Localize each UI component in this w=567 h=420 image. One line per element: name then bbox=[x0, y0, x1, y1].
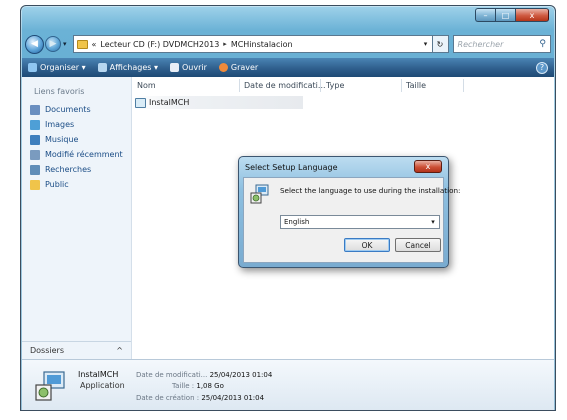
window-controls: – □ x bbox=[475, 8, 549, 22]
recent-icon bbox=[30, 149, 40, 160]
favorites-list: Documents Images Musique Modifié récemme… bbox=[30, 102, 131, 192]
maximize-button[interactable]: □ bbox=[495, 8, 515, 22]
details-size: Taille : 1,08 Go bbox=[172, 382, 224, 390]
details-pane: InstalMCH Application Date de modificati… bbox=[22, 359, 554, 410]
installer-large-icon bbox=[35, 371, 65, 401]
column-divider[interactable] bbox=[463, 79, 464, 92]
details-modified-value: 25/04/2013 01:04 bbox=[209, 371, 273, 379]
column-divider[interactable] bbox=[401, 79, 402, 92]
explorer-content: Liens favoris Documents Images Musique M… bbox=[22, 77, 554, 359]
installer-icon bbox=[135, 97, 146, 108]
open-icon bbox=[169, 63, 179, 72]
breadcrumb-separator-icon[interactable]: ▸ bbox=[223, 40, 227, 48]
favorite-item-searches[interactable]: Recherches bbox=[30, 162, 131, 177]
dialog-body: Select the language to use during the in… bbox=[243, 177, 460, 263]
chevron-up-icon: ^ bbox=[116, 346, 123, 355]
details-created-value: 25/04/2013 01:04 bbox=[201, 394, 265, 402]
address-bar[interactable]: « Lecteur CD (F:) DVDMCH2013 ▸ MCHinstal… bbox=[72, 35, 433, 53]
open-label: Ouvrir bbox=[181, 63, 207, 72]
favorite-label: Recherches bbox=[45, 165, 92, 174]
column-header-date[interactable]: Date de modificati... bbox=[244, 78, 326, 92]
breadcrumb-overflow[interactable]: « bbox=[92, 40, 97, 49]
cancel-button[interactable]: Cancel bbox=[395, 238, 441, 252]
chevron-down-icon: ▾ bbox=[431, 218, 435, 226]
help-button[interactable]: ? bbox=[536, 61, 548, 74]
folders-label: Dossiers bbox=[30, 346, 64, 355]
setup-language-dialog: Select Setup Language x Select the langu… bbox=[238, 156, 460, 268]
file-row[interactable]: InstalMCH bbox=[133, 96, 303, 109]
column-header-name[interactable]: Nom bbox=[137, 78, 156, 92]
organize-label: Organiser ▾ bbox=[40, 63, 86, 72]
search-input[interactable]: Rechercher ⚲ bbox=[452, 35, 551, 53]
searches-icon bbox=[30, 164, 40, 175]
views-button[interactable]: Affichages ▾ bbox=[97, 63, 158, 72]
music-icon bbox=[30, 134, 40, 145]
views-label: Affichages ▾ bbox=[109, 63, 158, 72]
favorite-item-images[interactable]: Images bbox=[30, 117, 131, 132]
organize-icon bbox=[28, 63, 37, 72]
details-created: Date de création : 25/04/2013 01:04 bbox=[136, 394, 264, 402]
forward-button[interactable]: ▶ bbox=[45, 36, 61, 52]
favorite-item-public[interactable]: Public bbox=[30, 177, 131, 192]
folder-icon bbox=[76, 39, 88, 49]
favorite-item-music[interactable]: Musique bbox=[30, 132, 131, 147]
file-list: Nom Date de modificati... Type Taille In… bbox=[133, 77, 554, 359]
address-dropdown-icon[interactable]: ▾ bbox=[420, 40, 432, 48]
column-divider[interactable] bbox=[239, 79, 240, 92]
public-folder-icon bbox=[30, 179, 40, 190]
details-size-value: 1,08 Go bbox=[196, 382, 224, 390]
views-icon bbox=[97, 63, 107, 72]
command-toolbar: Organiser ▾ Affichages ▾ Ouvrir Graver ? bbox=[22, 58, 554, 77]
column-divider[interactable] bbox=[320, 79, 321, 92]
navigation-pane: Liens favoris Documents Images Musique M… bbox=[22, 77, 132, 359]
title-bar[interactable]: – □ x bbox=[21, 6, 555, 30]
details-created-label: Date de création : bbox=[136, 394, 200, 402]
documents-icon bbox=[30, 104, 40, 115]
column-header-type[interactable]: Type bbox=[326, 78, 344, 92]
recent-pages-dropdown[interactable]: ▾ bbox=[63, 40, 67, 48]
dialog-title: Select Setup Language bbox=[245, 163, 338, 172]
close-button[interactable]: x bbox=[515, 8, 549, 22]
language-select-value: English bbox=[284, 218, 310, 226]
favorite-label: Documents bbox=[45, 105, 91, 114]
open-button[interactable]: Ouvrir bbox=[169, 63, 207, 72]
back-button[interactable]: ◀ bbox=[25, 34, 44, 54]
folders-toggle[interactable]: Dossiers ^ bbox=[22, 341, 131, 359]
burn-icon bbox=[218, 63, 228, 72]
column-header-size[interactable]: Taille bbox=[406, 78, 426, 92]
favorites-title: Liens favoris bbox=[34, 87, 85, 96]
breadcrumb-folder[interactable]: MCHinstalacion bbox=[231, 40, 293, 49]
favorite-label: Musique bbox=[45, 135, 79, 144]
minimize-button[interactable]: – bbox=[475, 8, 495, 22]
details-size-label: Taille : bbox=[172, 382, 195, 390]
dialog-message: Select the language to use during the in… bbox=[280, 186, 461, 195]
refresh-button[interactable]: ↻ bbox=[432, 35, 449, 53]
favorite-label: Modifié récemment bbox=[45, 150, 123, 159]
favorite-item-recent[interactable]: Modifié récemment bbox=[30, 147, 131, 162]
details-modified-label: Date de modificati... bbox=[136, 371, 208, 379]
details-file-type: Application bbox=[80, 381, 125, 390]
file-name: InstalMCH bbox=[149, 98, 190, 107]
details-modified: Date de modificati... 25/04/2013 01:04 bbox=[136, 371, 272, 379]
burn-button[interactable]: Graver bbox=[218, 63, 259, 72]
favorite-label: Images bbox=[45, 120, 75, 129]
explorer-window: – □ x ◀ ▶ ▾ « Lecteur CD (F:) DVDMCH2013… bbox=[20, 5, 556, 411]
language-select[interactable]: English ▾ bbox=[280, 215, 440, 229]
ok-button[interactable]: OK bbox=[344, 238, 390, 252]
burn-label: Graver bbox=[230, 63, 259, 72]
search-placeholder: Rechercher bbox=[457, 39, 504, 49]
search-icon[interactable]: ⚲ bbox=[539, 39, 546, 49]
breadcrumb-drive[interactable]: Lecteur CD (F:) DVDMCH2013 bbox=[100, 40, 219, 49]
details-file-name: InstalMCH bbox=[78, 370, 119, 379]
dialog-close-button[interactable]: x bbox=[414, 160, 442, 173]
organize-button[interactable]: Organiser ▾ bbox=[28, 63, 86, 72]
favorite-label: Public bbox=[45, 180, 69, 189]
favorite-item-documents[interactable]: Documents bbox=[30, 102, 131, 117]
images-icon bbox=[30, 119, 40, 130]
navigation-bar: ◀ ▶ ▾ « Lecteur CD (F:) DVDMCH2013 ▸ MCH… bbox=[25, 32, 551, 56]
setup-icon bbox=[250, 184, 269, 204]
